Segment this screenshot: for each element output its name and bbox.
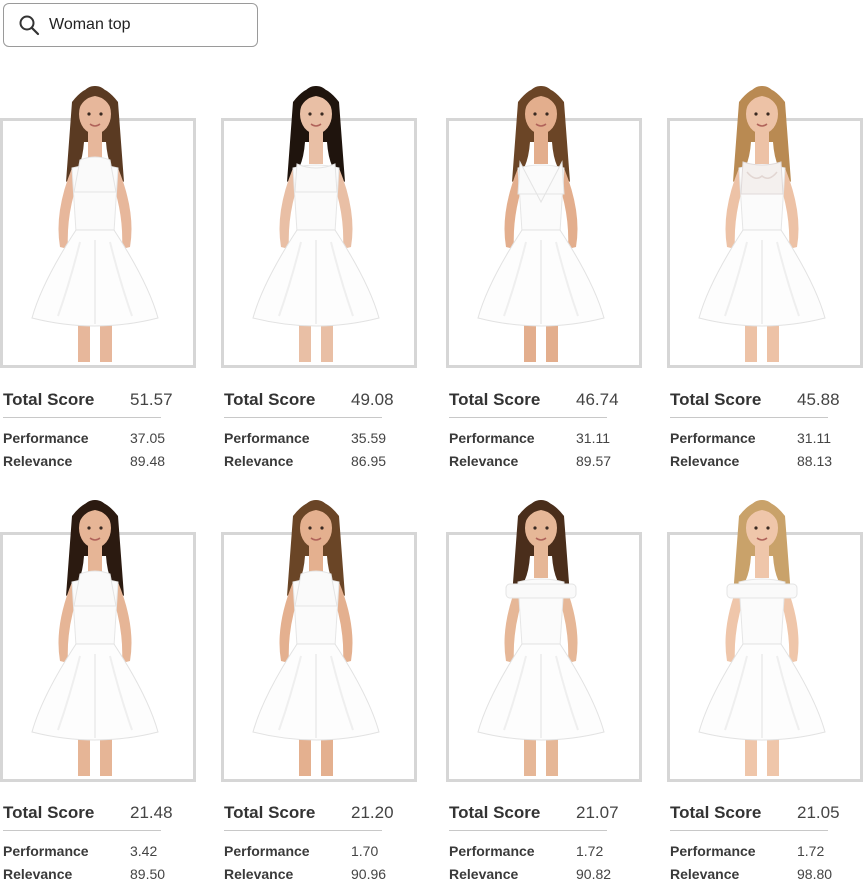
performance-row: Performance 31.11 [449, 426, 639, 449]
performance-row: Performance 3.42 [3, 839, 193, 862]
total-score-value: 21.07 [576, 803, 619, 822]
relevance-label: Relevance [224, 452, 294, 469]
performance-value: 35.59 [351, 429, 387, 446]
performance-label: Performance [3, 842, 89, 859]
total-score-row: Total Score 21.05 [670, 802, 860, 824]
total-score-value: 51.57 [130, 390, 173, 409]
divider [3, 417, 161, 418]
relevance-row: Relevance 89.48 [3, 449, 193, 472]
divider [3, 830, 161, 831]
performance-label: Performance [224, 429, 310, 446]
product-image[interactable] [10, 72, 180, 367]
performance-label: Performance [449, 429, 535, 446]
total-score-row: Total Score 46.74 [449, 389, 639, 411]
relevance-row: Relevance 88.13 [670, 449, 860, 472]
total-score-value: 45.88 [797, 390, 840, 409]
performance-row: Performance 37.05 [3, 426, 193, 449]
total-score-label: Total Score [670, 390, 762, 409]
relevance-label: Relevance [224, 865, 294, 882]
total-score-value: 21.48 [130, 803, 173, 822]
product-image[interactable] [456, 72, 626, 367]
relevance-row: Relevance 89.57 [449, 449, 639, 472]
relevance-label: Relevance [449, 865, 519, 882]
score-panel: Total Score 51.57 Performance 37.05 Rele… [3, 389, 193, 472]
relevance-value: 89.50 [130, 865, 166, 882]
relevance-value: 88.13 [797, 452, 833, 469]
divider [224, 830, 382, 831]
performance-value: 31.11 [797, 429, 831, 446]
total-score-label: Total Score [670, 803, 762, 822]
performance-label: Performance [670, 842, 756, 859]
score-panel: Total Score 21.48 Performance 3.42 Relev… [3, 802, 193, 885]
total-score-label: Total Score [449, 390, 541, 409]
performance-value: 31.11 [576, 429, 610, 446]
relevance-value: 89.57 [576, 452, 612, 469]
product-image[interactable] [10, 486, 180, 781]
product-image[interactable] [231, 486, 401, 781]
relevance-value: 89.48 [130, 452, 166, 469]
performance-label: Performance [3, 429, 89, 446]
search-icon [19, 15, 40, 36]
performance-label: Performance [224, 842, 310, 859]
total-score-value: 49.08 [351, 390, 394, 409]
total-score-label: Total Score [3, 390, 95, 409]
performance-value: 37.05 [130, 429, 166, 446]
relevance-value: 86.95 [351, 452, 387, 469]
relevance-value: 98.80 [797, 865, 833, 882]
divider [670, 417, 828, 418]
performance-value: 1.72 [576, 842, 604, 859]
total-score-row: Total Score 45.88 [670, 389, 860, 411]
total-score-row: Total Score 21.20 [224, 802, 414, 824]
score-panel: Total Score 21.07 Performance 1.72 Relev… [449, 802, 639, 885]
total-score-row: Total Score 21.07 [449, 802, 639, 824]
score-panel: Total Score 45.88 Performance 31.11 Rele… [670, 389, 860, 472]
divider [670, 830, 828, 831]
score-panel: Total Score 21.20 Performance 1.70 Relev… [224, 802, 414, 885]
performance-label: Performance [670, 429, 756, 446]
total-score-value: 46.74 [576, 390, 619, 409]
relevance-label: Relevance [449, 452, 519, 469]
total-score-label: Total Score [224, 803, 316, 822]
divider [449, 417, 607, 418]
performance-row: Performance 1.72 [670, 839, 860, 862]
divider [449, 830, 607, 831]
relevance-value: 90.96 [351, 865, 387, 882]
relevance-label: Relevance [670, 452, 740, 469]
product-image[interactable] [677, 72, 847, 367]
total-score-value: 21.20 [351, 803, 394, 822]
product-image[interactable] [456, 486, 626, 781]
product-image[interactable] [677, 486, 847, 781]
score-panel: Total Score 49.08 Performance 35.59 Rele… [224, 389, 414, 472]
product-image[interactable] [231, 72, 401, 367]
total-score-row: Total Score 21.48 [3, 802, 193, 824]
performance-row: Performance 35.59 [224, 426, 414, 449]
total-score-value: 21.05 [797, 803, 840, 822]
divider [224, 417, 382, 418]
score-panel: Total Score 21.05 Performance 1.72 Relev… [670, 802, 860, 885]
performance-row: Performance 1.70 [224, 839, 414, 862]
relevance-value: 90.82 [576, 865, 612, 882]
search-input[interactable] [49, 16, 229, 34]
relevance-row: Relevance 86.95 [224, 449, 414, 472]
relevance-label: Relevance [670, 865, 740, 882]
total-score-label: Total Score [224, 390, 316, 409]
score-panel: Total Score 46.74 Performance 31.11 Rele… [449, 389, 639, 472]
total-score-label: Total Score [449, 803, 541, 822]
relevance-label: Relevance [3, 452, 73, 469]
relevance-label: Relevance [3, 865, 73, 882]
performance-value: 1.72 [797, 842, 825, 859]
performance-label: Performance [449, 842, 535, 859]
performance-value: 3.42 [130, 842, 158, 859]
performance-row: Performance 31.11 [670, 426, 860, 449]
total-score-row: Total Score 49.08 [224, 389, 414, 411]
performance-row: Performance 1.72 [449, 839, 639, 862]
total-score-row: Total Score 51.57 [3, 389, 193, 411]
total-score-label: Total Score [3, 803, 95, 822]
search-box[interactable] [3, 3, 258, 47]
performance-value: 1.70 [351, 842, 379, 859]
